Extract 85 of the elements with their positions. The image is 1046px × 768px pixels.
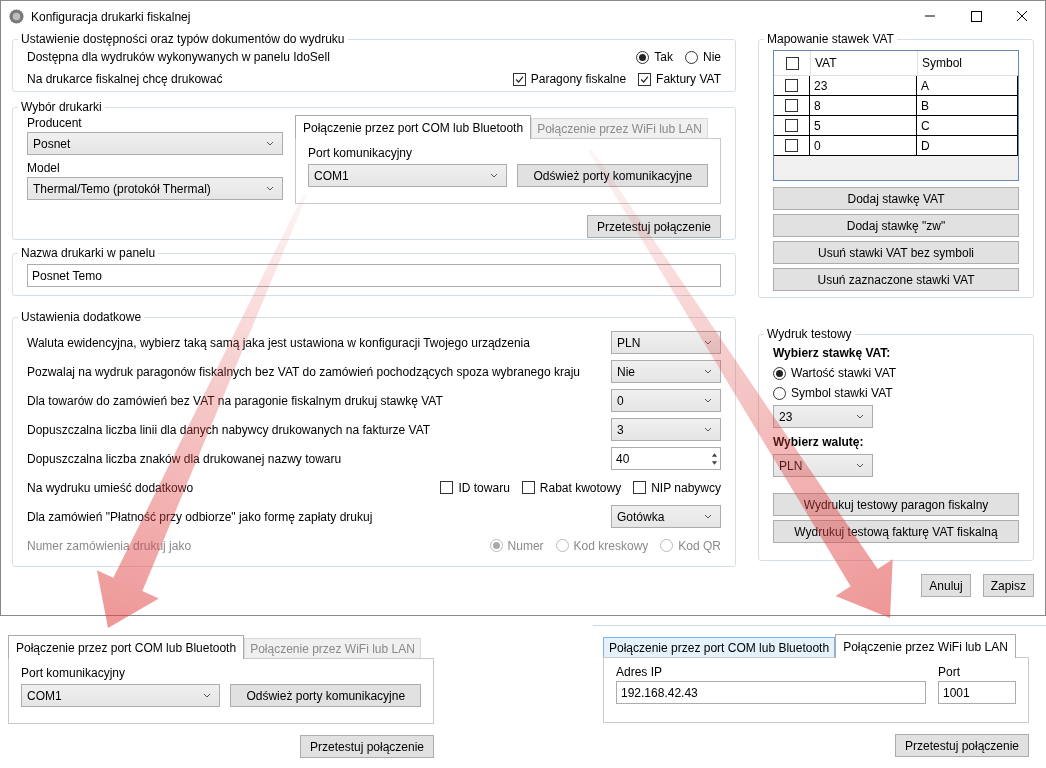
caret-icon xyxy=(704,427,712,432)
group-title: Nazwa drukarki w panelu xyxy=(20,246,157,260)
down-arrow-icon[interactable] xyxy=(711,459,718,466)
group-title: Mapowanie stawek VAT xyxy=(766,32,895,46)
caret-icon xyxy=(704,514,712,519)
port-dropdown[interactable]: COM1 xyxy=(308,164,508,187)
setting-label: Dopuszczalna liczba znaków dla drukowanej nazwy towaru xyxy=(27,451,342,466)
radio-option[interactable]: Nie xyxy=(685,50,721,64)
printer-name-field[interactable]: Posnet Temo xyxy=(27,264,721,287)
connection-tab[interactable]: Połączenie przez port COM lub Bluetooth xyxy=(295,115,532,139)
setting-label: Na drukarce fiskalnej chcę drukować xyxy=(27,72,223,86)
ip-address-field[interactable]: 192.168.42.43 xyxy=(616,681,926,704)
checkbox-option[interactable]: Paragony fiskalne xyxy=(512,72,627,86)
refresh-ports-button[interactable]: Odśwież porty komunikacyjne xyxy=(230,684,421,707)
field-label: Adres IP xyxy=(616,664,664,681)
vat-action-button[interactable]: Dodaj stawkę VAT xyxy=(773,187,1019,210)
radio-option[interactable]: Symbol stawki VAT xyxy=(773,383,893,403)
row-checkbox[interactable] xyxy=(785,139,798,152)
field-label: Port komunikacyjny xyxy=(308,145,414,162)
check-icon xyxy=(639,73,651,85)
setting-label: Dla towarów do zamówień bez VAT na paragonie fiskalnym drukuj stawkę VAT xyxy=(27,393,443,408)
vat-action-button[interactable]: Dodaj stawkę "zw" xyxy=(773,214,1019,237)
test-connection-button[interactable]: Przetestuj połączenie xyxy=(895,734,1029,757)
caret-icon xyxy=(266,186,274,191)
setting-label: Na wydruku umieść dodatkowo xyxy=(27,480,194,495)
row-checkbox[interactable] xyxy=(785,79,798,92)
vat-action-button[interactable]: Usuń stawki VAT bez symboli xyxy=(773,241,1019,264)
number-spinner[interactable]: 40 xyxy=(611,447,721,470)
table-cell: 0 xyxy=(810,136,917,156)
field-label: Producent xyxy=(27,115,83,132)
field-label: Port komunikacyjny xyxy=(21,665,127,682)
setting-dropdown[interactable]: Gotówka xyxy=(611,505,721,528)
model-dropdown[interactable]: Thermal/Temo (protokół Thermal) xyxy=(27,177,283,200)
setting-dropdown[interactable]: 0 xyxy=(611,389,721,412)
group-title: Wybór drukarki xyxy=(20,100,103,114)
dialog-button[interactable]: Zapisz xyxy=(982,574,1034,597)
window-title: Konfiguracja drukarki fiskalnej xyxy=(31,9,192,24)
dialog-button[interactable]: Anuluj xyxy=(921,574,971,597)
caret-icon xyxy=(203,693,212,698)
field-label: Port xyxy=(938,664,961,681)
checkbox-option[interactable]: Rabat kwotowy xyxy=(521,480,622,495)
port-field[interactable]: 1001 xyxy=(938,681,1016,704)
up-arrow-icon[interactable] xyxy=(711,451,718,458)
setting-label: Dla zamówień "Płatność przy odbiorze" jako formę zapłaty drukuj xyxy=(27,509,373,524)
caret-icon xyxy=(856,414,864,419)
section-heading: Wybierz walutę: xyxy=(773,434,864,451)
check-icon xyxy=(513,73,525,85)
setting-dropdown[interactable]: 3 xyxy=(611,418,721,441)
port-dropdown[interactable]: COM1 xyxy=(21,684,221,707)
radio-option[interactable]: Wartość stawki VAT xyxy=(773,363,897,383)
caret-icon xyxy=(490,173,499,178)
setting-label: Waluta ewidencyjna, wybierz taką samą jaka jest ustawiona w konfiguracji Twojego urządzenia xyxy=(27,335,530,350)
caret-icon xyxy=(704,398,712,403)
producer-dropdown[interactable]: Posnet xyxy=(27,132,283,155)
caret-icon xyxy=(856,463,864,468)
connection-tab[interactable]: Połączenie przez port COM lub Bluetooth xyxy=(603,637,836,657)
select-all-checkbox[interactable] xyxy=(785,56,799,70)
row-checkbox[interactable] xyxy=(785,119,798,132)
test-connection-button[interactable]: Przetestuj połączenie xyxy=(300,735,434,758)
setting-label: Dopuszczalna liczba linii dla danych nabywcy drukowanych na fakturze VAT xyxy=(27,422,431,437)
caret-icon xyxy=(704,369,712,374)
table-cell: D xyxy=(917,136,1018,156)
connection-tab[interactable]: Połączenie przez WiFi lub LAN xyxy=(835,634,1016,658)
group-title: Wydruk testowy xyxy=(766,327,853,341)
section-heading: Wybierz stawkę VAT: xyxy=(773,345,891,362)
vat-rate-dropdown[interactable]: 23 xyxy=(773,405,873,428)
checkbox-option[interactable]: Faktury VAT xyxy=(638,72,721,86)
group-title: Ustawienia dodatkowe xyxy=(20,310,143,324)
vat-action-button[interactable]: Usuń zaznaczone stawki VAT xyxy=(773,268,1019,291)
checkbox-option[interactable]: NIP nabywcy xyxy=(633,480,721,495)
test-connection-button[interactable]: Przetestuj połączenie xyxy=(587,215,721,238)
group-title: Ustawienie dostępności oraz typów dokumentów do wydruku xyxy=(20,32,346,46)
setting-label: Pozwalaj na wydruk paragonów fiskalnych bez VAT do zamówień pochodzących spoza wybranego kraju xyxy=(27,364,580,379)
column-header: Symbol xyxy=(917,51,1018,75)
row-checkbox[interactable] xyxy=(785,99,798,112)
column-header: VAT xyxy=(810,51,917,75)
refresh-ports-button[interactable]: Odśwież porty komunikacyjne xyxy=(517,164,708,187)
field-label: Model xyxy=(27,160,61,177)
checkbox-option[interactable]: ID towaru xyxy=(440,480,510,495)
setting-dropdown[interactable]: Nie xyxy=(611,360,721,383)
setting-label: Dostępna dla wydruków wykonywanych w panelu IdoSell xyxy=(27,50,330,64)
app-logo-icon xyxy=(9,9,24,24)
radio-option[interactable]: Tak xyxy=(636,50,673,64)
connection-tab[interactable]: Połączenie przez port COM lub Bluetooth xyxy=(8,635,245,659)
caret-icon xyxy=(266,141,274,146)
